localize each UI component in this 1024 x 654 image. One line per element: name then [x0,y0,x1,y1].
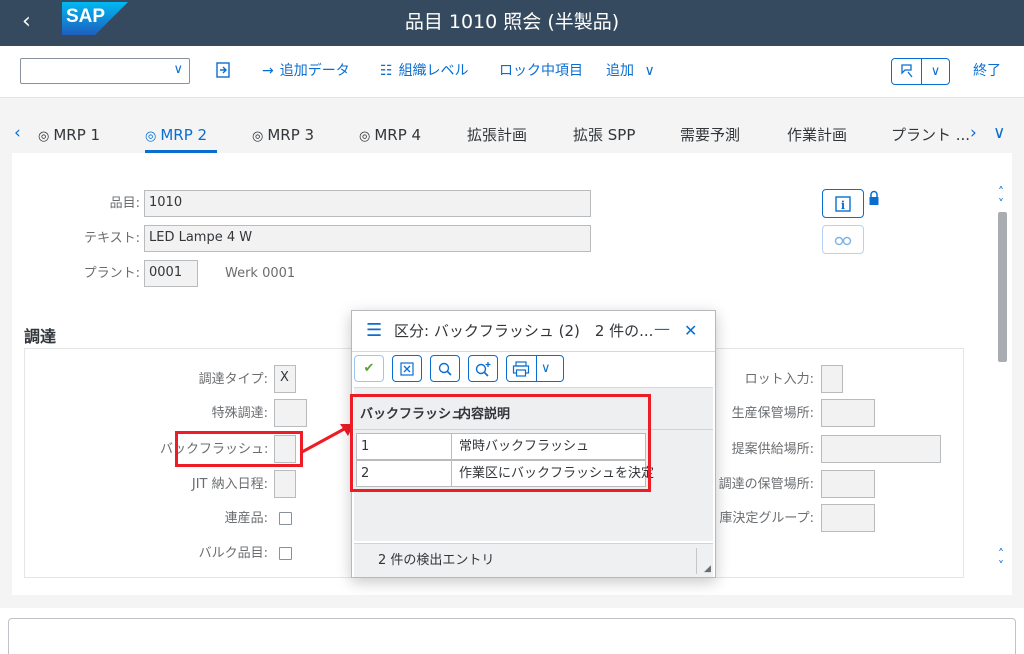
text-label: テキスト: [84,231,140,246]
lot-input-label: ロット入力: [744,372,814,387]
annotation-highlight-table [350,394,651,492]
dialog-footer: 2 件の検出エントリ ◢ [354,543,713,577]
coproduct-label: 連産品: [224,511,268,526]
tab-label: MRP 4 [374,126,422,144]
end-button[interactable]: 終了 [973,61,1001,81]
export-icon[interactable] [214,61,232,83]
annotation-arrow [301,424,354,454]
tab-bar: ‹ ◎ MRP 1 ◎ MRP 2 ◎ MRP 3 ◎ MRP 4 拡張計画 拡張 SP… [0,115,1024,153]
page-title: 品目 1010 照会 (半製品) [404,11,620,33]
tab-scroll-right-icon[interactable]: › [970,123,977,143]
coproduct-checkbox[interactable] [279,512,292,525]
menu-icon[interactable]: ☰ [366,321,382,341]
add-data-label: 追加データ [279,63,350,79]
jit-label: JIT 納入日程: [191,477,268,492]
lock-icon [868,190,880,210]
special-procurement-label: 特殊調達: [211,406,268,421]
locked-items-label: ロック中項目 [499,63,583,79]
lot-input-field [821,365,843,393]
toolbar: ∨ → 追加データ ☷ 組織レベル ロック中項目 追加 ∨ ∨ 終了 [0,46,1024,98]
tab-mrp2[interactable]: ◎ MRP 2 [145,125,207,147]
dial-icon: ◎ [38,129,50,144]
cancel-icon[interactable] [392,355,422,382]
dial-icon: ◎ [359,129,371,144]
shell-bar: ‹ SAP 品目 1010 照会 (半製品) [0,0,1024,46]
material-label: 品目: [109,196,140,211]
chevron-down-icon: ∨ [541,361,551,376]
dial-icon: ◎ [252,129,264,144]
plant-field: 0001 [144,260,198,287]
arrow-right-icon: → [262,63,274,79]
storage-group-field [821,504,875,532]
info-icon[interactable]: i [822,189,864,218]
storage-group-label: 庫決定グループ: [719,511,814,526]
print-menu-button[interactable]: ∨ [506,355,564,382]
org-levels-label: 組織レベル [398,63,469,79]
dialog-title: 区分: バックフラッシュ (2) 2 件の... [394,322,654,340]
tab-mrp3[interactable]: ◎ MRP 3 [252,125,314,147]
locked-items-button[interactable]: ロック中項目 [499,61,583,81]
tab-forecast[interactable]: 需要予測 [680,125,740,145]
message-area [8,618,1016,654]
dial-icon: ◎ [145,129,157,144]
add-menu-label: 追加 [606,63,634,79]
proposed-supply-field [821,435,941,463]
svg-text:i: i [841,199,845,212]
bulk-checkbox[interactable] [279,547,292,560]
procurement-type-field: X [274,365,296,393]
section-scroll-down-icon[interactable]: ˅ [998,560,1004,572]
add-menu-button[interactable]: 追加 ∨ [606,61,655,81]
glasses-icon[interactable] [822,225,864,254]
annotation-highlight-backflush [175,431,303,467]
help-icon[interactable] [892,59,921,84]
jit-field [274,470,296,498]
prod-storage-label: 生産保管場所: [731,406,814,421]
material-field: 1010 [144,190,591,217]
chevron-down-icon[interactable]: ∨ [922,59,949,84]
check-icon[interactable]: ✔ [354,355,384,382]
plant-name: Werk 0001 [225,266,296,281]
divider [696,548,697,574]
divider [536,356,537,381]
proc-storage-field [821,470,875,498]
chevron-down-icon: ∨ [173,62,183,77]
proc-storage-label: 調達の保管場所: [718,477,814,492]
chevron-down-icon: ∨ [644,63,655,79]
tab-scroll-left-icon[interactable]: ‹ [14,123,21,143]
text-field: LED Lampe 4 W [144,225,591,252]
tab-label: MRP 2 [160,126,208,144]
tab-extended-planning[interactable]: 拡張計画 [467,125,527,145]
dialog-header: ☰ 区分: バックフラッシュ (2) 2 件の... — ✕ [352,311,715,351]
tab-mrp4[interactable]: ◎ MRP 4 [359,125,421,147]
procurement-section-title: 調達 [24,327,57,346]
tab-mrp1[interactable]: ◎ MRP 1 [38,125,100,147]
tab-label: MRP 3 [267,126,315,144]
help-menu-group[interactable]: ∨ [891,58,950,85]
org-levels-button[interactable]: ☷ 組織レベル [380,61,469,81]
scrollbar-thumb[interactable] [998,212,1007,362]
search-icon[interactable] [430,355,460,382]
org-hierarchy-icon: ☷ [380,63,393,79]
tab-label: MRP 1 [53,126,101,144]
close-icon[interactable]: ✕ [684,321,697,341]
dialog-toolbar: ✔ ∨ [352,351,715,385]
tab-plant-more[interactable]: プラント ... [891,125,970,145]
bulk-label: バルク品目: [198,546,268,561]
proposed-supply-label: 提案供給場所: [731,442,814,457]
scroll-down-icon[interactable]: ˅ [998,198,1004,210]
tab-work-scheduling[interactable]: 作業計画 [787,125,847,145]
plant-label: プラント: [83,266,140,281]
command-select[interactable]: ∨ [20,58,190,84]
procurement-type-label: 調達タイプ: [198,372,268,387]
resize-grip-icon[interactable]: ◢ [704,564,711,574]
prod-storage-field [821,399,875,427]
result-count: 2 件の検出エントリ [378,553,495,568]
minimize-icon[interactable]: — [654,319,670,339]
search-next-icon[interactable] [468,355,498,382]
tab-extended-spp[interactable]: 拡張 SPP [573,125,635,145]
tab-overflow-chevron-down-icon[interactable]: ∨ [993,123,1005,143]
add-data-button[interactable]: → 追加データ [262,61,350,81]
